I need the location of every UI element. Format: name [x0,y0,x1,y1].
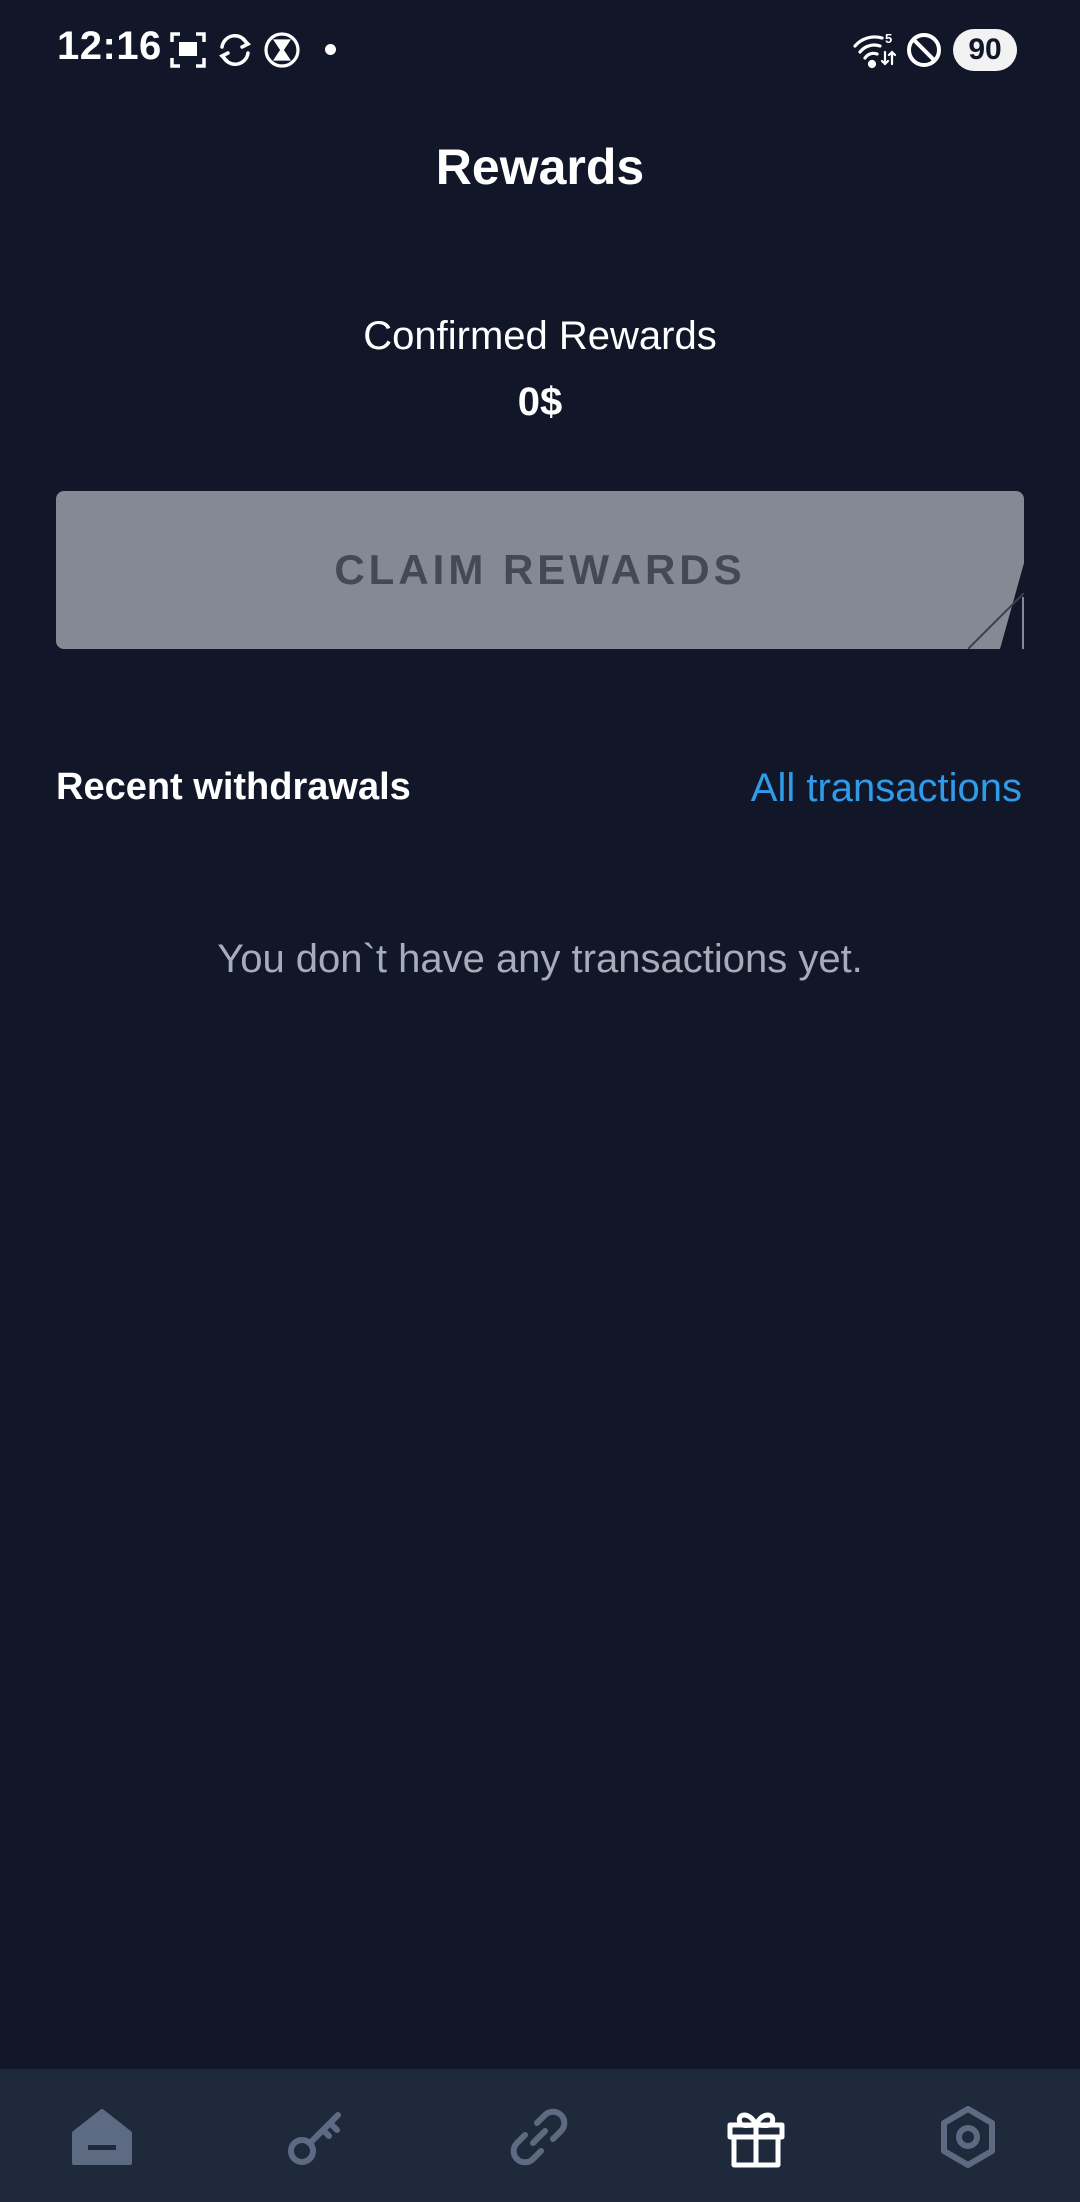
svg-text:5: 5 [885,31,892,46]
settings-icon [941,2106,995,2168]
hourglass-icon [262,30,302,70]
page-title: Rewards [435,139,645,195]
wifi-icon: 5 [852,30,898,70]
nav-settings[interactable] [918,2087,1018,2187]
status-time: 12:16 [57,24,162,68]
all-transactions-link[interactable]: All transactions [751,766,1022,811]
recent-withdrawals-title: Recent withdrawals [56,766,411,808]
key-icon [288,2112,341,2165]
bottom-navigation [0,2069,1080,2202]
nav-home[interactable] [52,2087,152,2187]
rewards-screen: 12:16 5 90 Rewards Confirmed Rewards 0$ … [0,0,1080,2202]
do-not-disturb-icon [904,30,944,70]
button-corner-accent [968,593,1024,649]
nav-keys[interactable] [266,2087,366,2187]
nav-rewards[interactable] [706,2087,806,2187]
home-icon [72,2109,132,2165]
confirmed-rewards-value: 0$ [517,380,563,424]
claim-rewards-label: CLAIM REWARDS [334,546,746,593]
screenshot-icon [168,30,208,70]
confirmed-rewards-label: Confirmed Rewards [363,314,717,358]
battery-icon: 90 [953,29,1017,71]
nav-links[interactable] [489,2087,589,2187]
empty-transactions-message: You don`t have any transactions yet. [217,937,863,981]
gift-icon [727,2112,785,2168]
sync-icon [215,30,255,70]
status-bar: 12:16 5 90 [0,0,1080,100]
claim-rewards-button[interactable]: CLAIM REWARDS [56,491,1024,649]
link-icon [510,2108,568,2166]
notification-dot [325,44,336,55]
